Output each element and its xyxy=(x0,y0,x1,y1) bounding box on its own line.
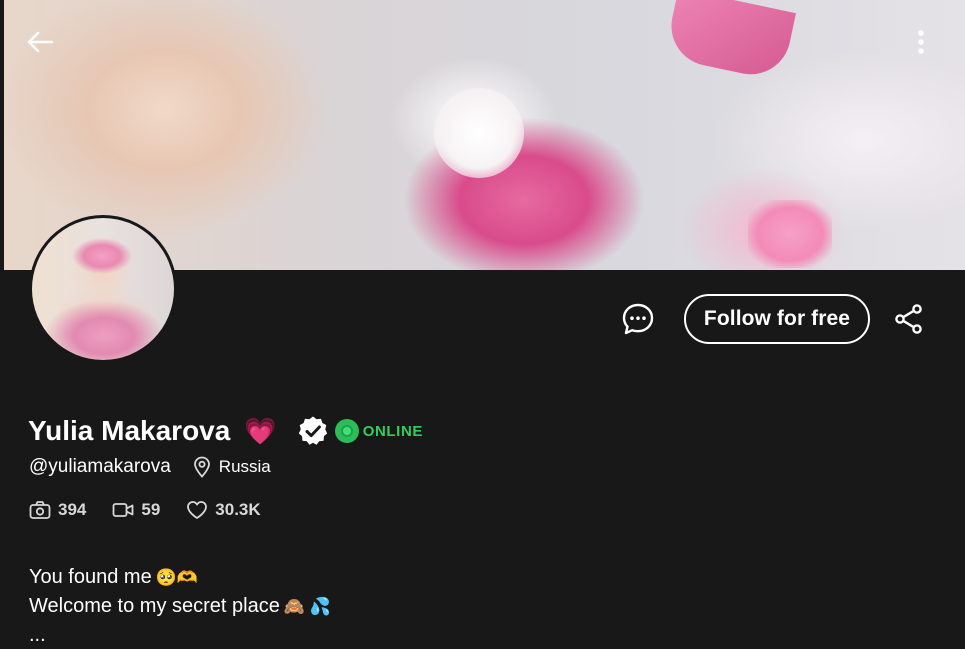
back-button[interactable] xyxy=(22,26,58,58)
bio-line-1: You found me 🥺🫶 xyxy=(29,563,331,592)
handle-row: @yuliamakarova Russia xyxy=(29,455,271,479)
online-status-dot xyxy=(334,419,359,443)
videos-count: 59 xyxy=(141,500,161,519)
profile-location: Russia xyxy=(218,457,271,476)
chat-bubble-icon xyxy=(622,303,654,335)
stats-row: 394 59 30.3K xyxy=(29,498,287,522)
profile-handle: @yuliamakarova xyxy=(29,456,171,477)
likes-count: 30.3K xyxy=(215,500,261,519)
arrow-left-icon xyxy=(27,31,54,53)
message-button[interactable] xyxy=(620,301,656,337)
camera-icon xyxy=(29,499,51,521)
cover-tail-shape xyxy=(434,88,524,178)
stat-likes: 30.3K xyxy=(186,499,261,521)
cover-heel-shape xyxy=(664,0,796,82)
heart-outline-icon xyxy=(186,499,208,521)
bio-line-2: Welcome to my secret place 🙈 💦 xyxy=(29,592,331,621)
stat-photos: 394 xyxy=(29,499,86,521)
stat-videos: 59 xyxy=(112,499,160,521)
avatar[interactable] xyxy=(29,215,177,363)
profile-name: Yulia Makarova xyxy=(28,415,231,446)
video-camera-icon xyxy=(112,499,134,521)
share-icon xyxy=(895,304,922,334)
bio-line-2-text: Welcome to my secret place xyxy=(29,595,280,617)
more-menu-button[interactable] xyxy=(906,26,936,58)
profile-bio: You found me 🥺🫶 Welcome to my secret plac… xyxy=(29,563,331,649)
more-vertical-icon xyxy=(918,30,924,54)
cover-bow-shape xyxy=(748,200,832,268)
share-button[interactable] xyxy=(891,301,927,337)
photos-count: 394 xyxy=(58,500,87,519)
bio-line-3: ... xyxy=(29,624,46,646)
heart-emoji: 💗 xyxy=(244,416,277,446)
bio-line-1-emoji: 🥺🫶 xyxy=(155,568,199,587)
location-pin-icon xyxy=(193,456,213,478)
bio-line-1-text: You found me xyxy=(29,566,152,588)
verified-badge-icon xyxy=(297,415,329,447)
follow-button[interactable]: Follow for free xyxy=(684,294,870,344)
avatar-image xyxy=(32,218,174,360)
bio-line-2-emoji: 🙈 💦 xyxy=(283,597,331,616)
profile-name-row: Yulia Makarova 💗 ONLINE xyxy=(28,412,423,450)
online-status-label: ONLINE xyxy=(362,422,423,440)
